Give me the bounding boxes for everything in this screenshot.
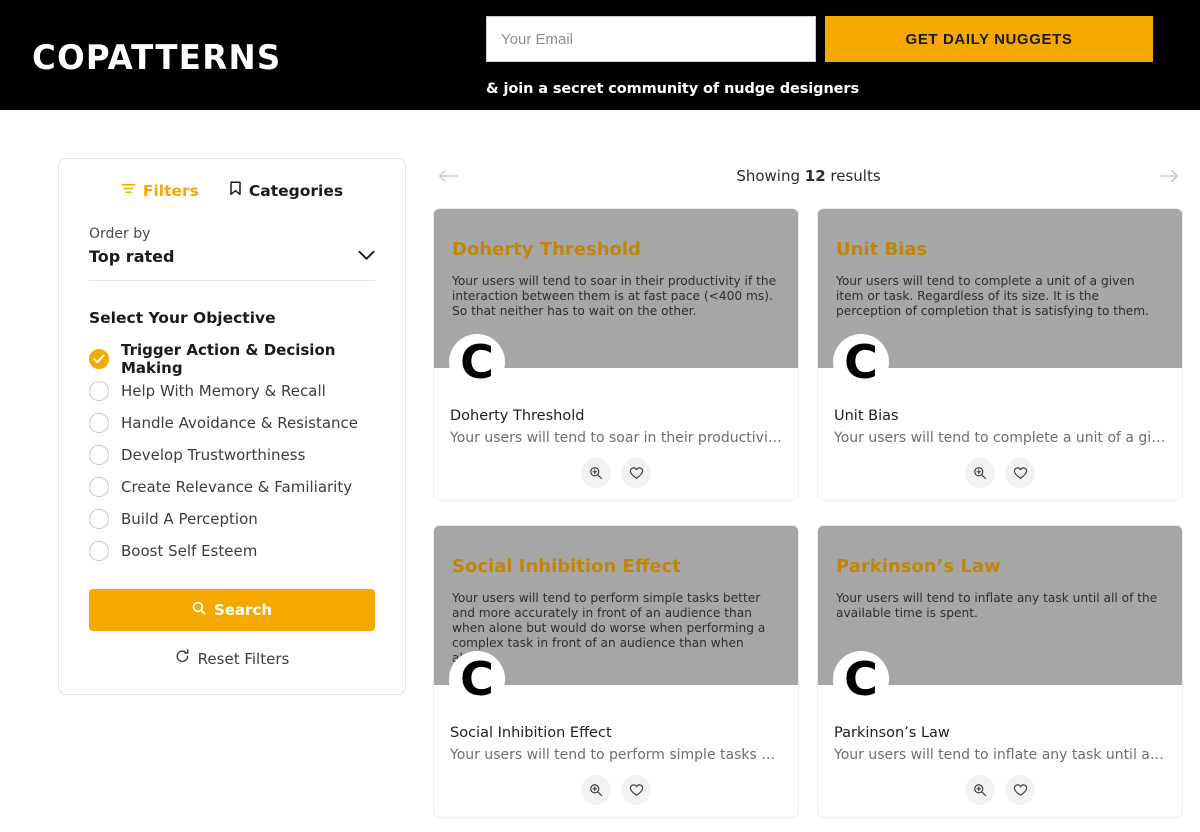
card-snippet: Your users will tend to soar in their pr… (450, 430, 782, 446)
radio-icon (89, 477, 109, 497)
results-header: Showing 12 results (433, 158, 1184, 194)
check-icon (89, 349, 109, 369)
card-title: Unit Bias (834, 408, 899, 424)
zoom-in-icon[interactable] (965, 775, 995, 805)
get-daily-nuggets-button[interactable]: GET DAILY NUGGETS (825, 16, 1153, 62)
bookmark-icon (229, 181, 242, 200)
zoom-in-icon[interactable] (581, 458, 611, 488)
objective-option-label: Create Relevance & Familiarity (121, 478, 353, 496)
chevron-down-icon (358, 248, 375, 266)
tab-categories-label: Categories (248, 181, 344, 200)
results-count: Showing 12 results (736, 167, 881, 185)
radio-icon (89, 445, 109, 465)
card-cover: Parkinson’s Law Your users will tend to … (818, 526, 1182, 707)
tab-filters[interactable]: Filters (121, 181, 199, 200)
heart-icon[interactable] (621, 458, 651, 488)
avatar: C (833, 334, 889, 390)
objective-option-build-perception[interactable]: Build A Perception (89, 503, 375, 535)
order-by-select[interactable]: Top rated (89, 247, 375, 281)
objective-option-trustworthiness[interactable]: Develop Trustworthiness (89, 439, 375, 471)
pattern-card-grid: Doherty Threshold Your users will tend t… (433, 208, 1184, 818)
card-cover-title: Unit Bias (836, 239, 928, 260)
site-logo: COPATTERNS (32, 38, 282, 78)
refresh-icon (175, 649, 190, 668)
objective-option-memory-recall[interactable]: Help With Memory & Recall (89, 375, 375, 407)
zoom-in-icon[interactable] (581, 775, 611, 805)
filter-icon (121, 181, 136, 200)
pattern-card[interactable]: Doherty Threshold Your users will tend t… (433, 208, 799, 501)
zoom-in-icon[interactable] (965, 458, 995, 488)
avatar: C (449, 651, 505, 707)
results-area: Showing 12 results Doherty Threshold You… (433, 158, 1184, 832)
search-icon (192, 601, 206, 619)
card-cover-description: Your users will tend to inflate any task… (836, 591, 1158, 620)
objective-option-label: Help With Memory & Recall (121, 382, 326, 400)
pattern-card[interactable]: Parkinson’s Law Your users will tend to … (817, 525, 1183, 818)
page-body: Filters Categories Order by Top rated Se… (0, 110, 1200, 832)
email-input[interactable] (486, 16, 816, 62)
objective-heading: Select Your Objective (89, 309, 276, 327)
objective-option-label: Build A Perception (121, 510, 258, 528)
card-cover: Social Inhibition Effect Your users will… (434, 526, 798, 707)
pattern-card[interactable]: Social Inhibition Effect Your users will… (433, 525, 799, 818)
objective-option-label: Develop Trustworthiness (121, 446, 306, 464)
avatar: C (449, 334, 505, 390)
newsletter-tagline: & join a secret community of nudge desig… (486, 81, 859, 97)
card-cover-title: Parkinson’s Law (836, 556, 1001, 577)
filters-panel: Filters Categories Order by Top rated Se… (58, 158, 406, 695)
card-cover-description: Your users will tend to perform simple t… (452, 591, 766, 665)
order-by-label: Order by (89, 226, 151, 242)
card-cover: Unit Bias Your users will tend to comple… (818, 209, 1182, 390)
next-page-button[interactable] (1158, 168, 1180, 184)
order-by-value: Top rated (89, 247, 175, 266)
objective-option-label: Boost Self Esteem (121, 542, 258, 560)
site-header: COPATTERNS GET DAILY NUGGETS & join a se… (0, 0, 1200, 110)
card-snippet: Your users will tend to complete a unit … (834, 430, 1166, 446)
card-cover-title: Doherty Threshold (452, 239, 641, 260)
objective-option-label: Handle Avoidance & Resistance (121, 414, 359, 432)
card-snippet: Your users will tend to perform simple t… (450, 747, 782, 763)
tab-categories[interactable]: Categories (229, 181, 343, 200)
reset-filters-label: Reset Filters (197, 649, 290, 668)
objective-option-avoidance-resistance[interactable]: Handle Avoidance & Resistance (89, 407, 375, 439)
card-title: Parkinson’s Law (834, 725, 950, 741)
radio-icon (89, 413, 109, 433)
card-actions (834, 775, 1166, 805)
pattern-card[interactable]: Unit Bias Your users will tend to comple… (817, 208, 1183, 501)
card-actions (450, 775, 782, 805)
prev-page-button[interactable] (437, 168, 459, 184)
card-actions (834, 458, 1166, 488)
panel-tabs: Filters Categories (89, 181, 375, 200)
heart-icon[interactable] (1005, 458, 1035, 488)
radio-icon (89, 381, 109, 401)
newsletter-signup: GET DAILY NUGGETS (486, 16, 1153, 62)
heart-icon[interactable] (1005, 775, 1035, 805)
card-cover-description: Your users will tend to complete a unit … (836, 274, 1150, 318)
card-cover-description: Your users will tend to soar in their pr… (452, 274, 777, 318)
objective-option-label: Trigger Action & Decision Making (121, 341, 336, 377)
card-title: Doherty Threshold (450, 408, 585, 424)
tab-filters-label: Filters (142, 181, 199, 200)
objective-option-relevance-familiarity[interactable]: Create Relevance & Familiarity (89, 471, 375, 503)
card-snippet: Your users will tend to inflate any task… (834, 747, 1166, 763)
reset-filters-button[interactable]: Reset Filters (89, 649, 375, 668)
card-cover: Doherty Threshold Your users will tend t… (434, 209, 798, 390)
radio-icon (89, 541, 109, 561)
results-count-number: 12 (804, 167, 826, 185)
heart-icon[interactable] (621, 775, 651, 805)
objective-option-self-esteem[interactable]: Boost Self Esteem (89, 535, 375, 567)
card-title: Social Inhibition Effect (450, 725, 612, 741)
radio-icon (89, 509, 109, 529)
objective-option-trigger-action[interactable]: Trigger Action & Decision Making (89, 341, 375, 377)
card-actions (450, 458, 782, 488)
card-cover-title: Social Inhibition Effect (452, 556, 681, 577)
search-button-label: Search (213, 601, 273, 619)
avatar: C (833, 651, 889, 707)
search-button[interactable]: Search (89, 589, 375, 631)
